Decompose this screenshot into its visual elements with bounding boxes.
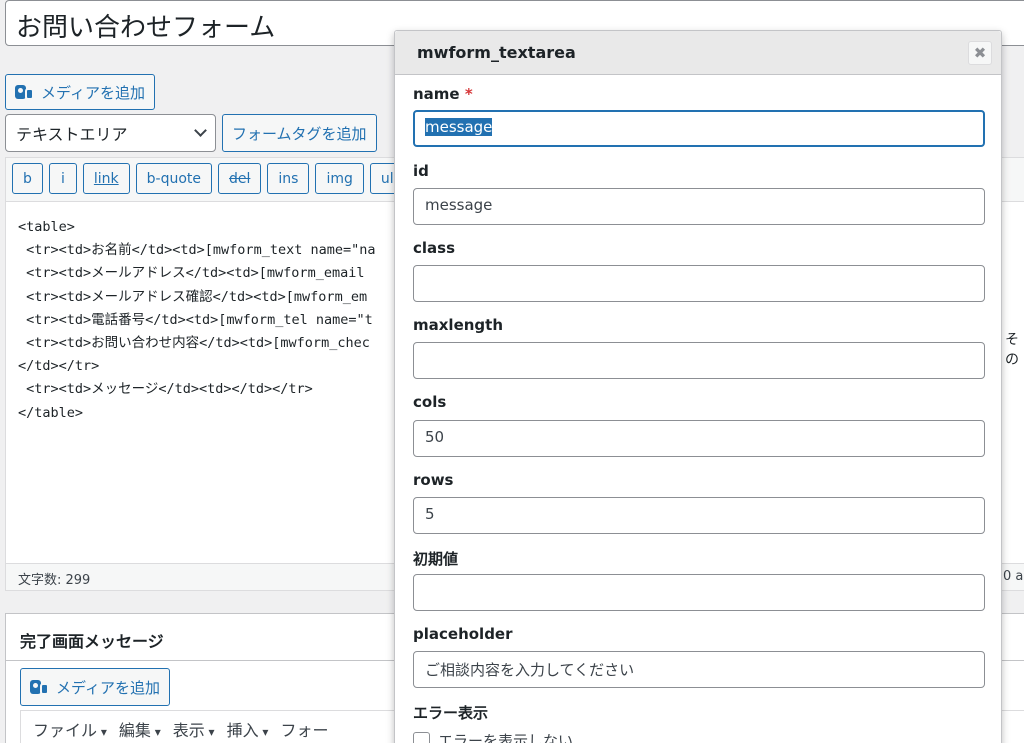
menu-file[interactable]: ファイル [33, 717, 107, 743]
name-input-value: message [425, 118, 493, 136]
menu-view[interactable]: 表示 [173, 717, 215, 743]
qt-img-button[interactable]: img [315, 163, 364, 194]
form-tag-select-value: テキストエリア [16, 125, 128, 144]
name-input[interactable]: message [413, 110, 985, 147]
rows-label: rows [413, 471, 454, 489]
qt-bold-button[interactable]: b [12, 163, 43, 194]
class-input[interactable] [413, 265, 985, 302]
placeholder-input[interactable]: ご相談内容を入力してください [413, 651, 985, 688]
menu-format[interactable]: フォー [280, 717, 328, 743]
menu-edit[interactable]: 編集 [119, 717, 161, 743]
initial-value-input[interactable] [413, 574, 985, 611]
mwform-textarea-dialog: mwform_textarea ✖ name * message id mess… [394, 30, 1002, 743]
menu-insert[interactable]: 挿入 [227, 717, 269, 743]
dialog-title: mwform_textarea [417, 43, 576, 62]
add-form-tag-button[interactable]: フォームタグを追加 [222, 114, 377, 152]
add-media-label: メディアを追加 [41, 83, 145, 102]
add-media-label: メディアを追加 [56, 678, 160, 697]
complete-message-title: 完了画面メッセージ [20, 632, 164, 651]
error-display-checkbox-label: エラーを表示しない [438, 732, 574, 743]
form-tag-select[interactable]: テキストエリア [5, 114, 216, 152]
qt-blockquote-button[interactable]: b-quote [135, 163, 213, 194]
qt-del-button[interactable]: del [218, 163, 262, 194]
rows-input[interactable]: 5 [413, 497, 985, 534]
name-label: name * [413, 85, 473, 103]
add-media-button[interactable]: メディアを追加 [5, 74, 155, 110]
cols-input[interactable]: 50 [413, 420, 985, 457]
chevron-down-icon [194, 124, 207, 137]
qt-ins-button[interactable]: ins [267, 163, 310, 194]
cols-label: cols [413, 393, 447, 411]
maxlength-input[interactable] [413, 342, 985, 379]
add-media-button-2[interactable]: メディアを追加 [20, 668, 170, 706]
qt-italic-button[interactable]: i [48, 163, 77, 194]
class-label: class [413, 239, 456, 257]
close-icon[interactable]: ✖ [968, 41, 992, 65]
error-display-checkbox[interactable] [413, 732, 430, 743]
error-display-checkbox-row[interactable]: エラーを表示しない [413, 730, 573, 743]
name-label-text: name [413, 85, 460, 103]
initial-value-label: 初期値 [413, 550, 459, 568]
error-display-label: エラー表示 [413, 704, 489, 722]
media-icon [15, 83, 35, 101]
qt-link-button[interactable]: link [82, 163, 130, 194]
status-right: 0 a [1003, 569, 1024, 584]
dialog-header: mwform_textarea ✖ [395, 31, 1001, 75]
media-icon [30, 678, 50, 696]
id-input[interactable]: message [413, 188, 985, 225]
required-mark: * [464, 85, 473, 103]
side-text: その [1005, 332, 1019, 368]
placeholder-label: placeholder [413, 625, 513, 643]
id-label: id [413, 162, 429, 180]
maxlength-label: maxlength [413, 316, 504, 334]
add-form-tag-label: フォームタグを追加 [232, 124, 367, 143]
